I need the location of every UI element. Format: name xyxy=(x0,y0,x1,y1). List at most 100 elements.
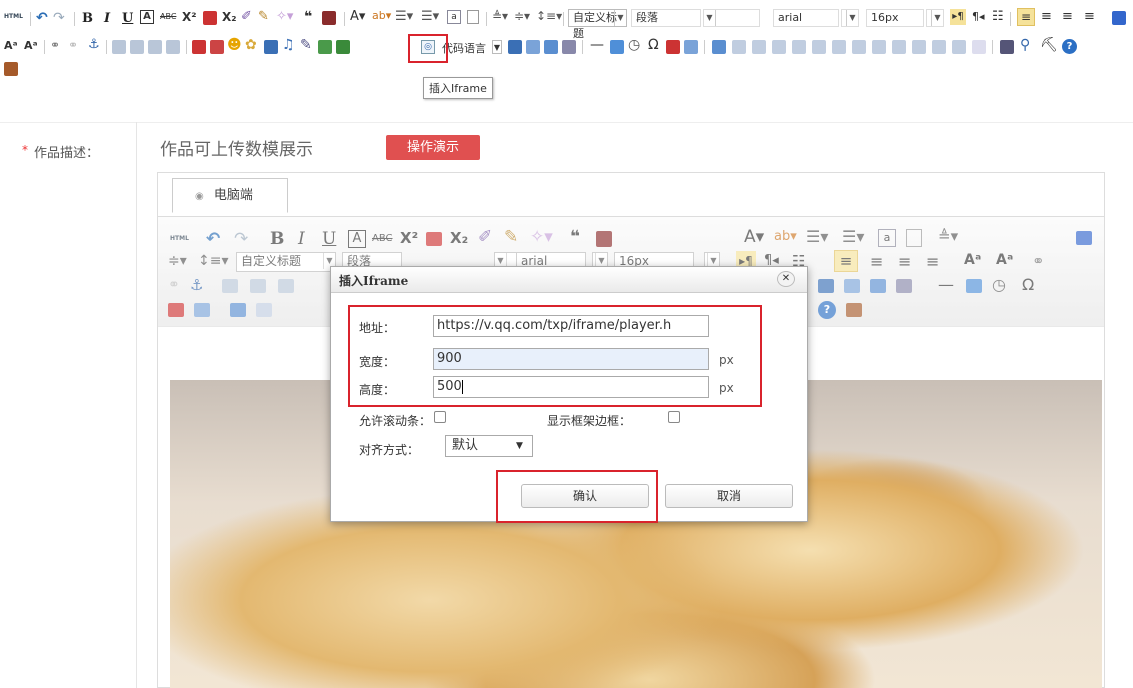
paragraph-select[interactable]: 段落 xyxy=(631,9,701,27)
orderedlist-icon[interactable]: ☰▾ xyxy=(395,9,413,24)
pasteplain-icon[interactable] xyxy=(203,11,217,25)
justifyjustify-icon[interactable]: ≡ xyxy=(1084,9,1095,24)
unorderedlist-icon[interactable]: ☰▾ xyxy=(421,9,439,24)
inserttable-icon[interactable] xyxy=(712,40,726,54)
help-icon-2[interactable] xyxy=(562,40,576,54)
strikethrough-icon[interactable]: ABC xyxy=(160,12,176,21)
map-icon[interactable] xyxy=(318,40,332,54)
forecolor-icon[interactable]: A▾ xyxy=(350,9,365,24)
bold-button[interactable]: B xyxy=(82,11,93,27)
emotion-icon[interactable]: ☻ xyxy=(227,37,242,53)
deleterow-icon[interactable] xyxy=(792,40,806,54)
imageright-icon[interactable] xyxy=(148,40,162,54)
print-icon[interactable] xyxy=(1000,40,1014,54)
imagenone-icon[interactable] xyxy=(112,40,126,54)
imagecenter-icon[interactable] xyxy=(166,40,180,54)
preview-icon[interactable]: ⚲ xyxy=(1020,37,1030,53)
deletetable-icon[interactable] xyxy=(732,40,746,54)
insertparagraphbeforetable-icon[interactable] xyxy=(752,40,766,54)
justifyleft-icon[interactable]: ≡ xyxy=(1017,8,1035,26)
help-icon[interactable]: ? xyxy=(1062,39,1077,54)
snapscreen-icon[interactable] xyxy=(666,40,680,54)
scroll-checkbox[interactable] xyxy=(434,411,446,423)
underline-button[interactable]: U xyxy=(122,11,133,27)
splittocells-icon[interactable] xyxy=(912,40,926,54)
border-checkbox[interactable] xyxy=(668,411,680,423)
drafts-icon[interactable] xyxy=(4,62,18,76)
superscript-icon[interactable]: X² xyxy=(182,10,197,24)
mergecells-icon[interactable] xyxy=(852,40,866,54)
music-icon[interactable]: ♫ xyxy=(282,37,295,53)
gmap-icon[interactable] xyxy=(336,40,350,54)
date-icon[interactable] xyxy=(610,40,624,54)
justifycenter-icon[interactable]: ≡ xyxy=(1041,9,1052,24)
attachment-icon[interactable]: ✎ xyxy=(300,37,312,53)
insertcol-icon[interactable] xyxy=(812,40,826,54)
template-icon[interactable] xyxy=(526,40,540,54)
font-select[interactable]: arial xyxy=(773,9,839,27)
anchor-icon[interactable]: ⚓ xyxy=(88,37,100,52)
charts-icon[interactable] xyxy=(972,40,986,54)
unlink-icon[interactable]: ⚭ xyxy=(68,38,78,52)
font-select-arrow[interactable]: ▼ xyxy=(841,9,859,27)
mergedown-icon[interactable] xyxy=(892,40,906,54)
pasteformat-icon[interactable] xyxy=(322,11,336,25)
blockquote-icon[interactable]: ❝ xyxy=(304,9,312,25)
rowspacingbottom-icon[interactable]: ≑▾ xyxy=(514,9,530,23)
ltr-icon[interactable]: ▸¶ xyxy=(950,9,966,25)
indent-icon[interactable]: ☷ xyxy=(992,9,1004,24)
pagebreak-icon[interactable] xyxy=(508,40,522,54)
justifyright-icon[interactable]: ≡ xyxy=(1062,9,1073,24)
cleardoc-icon[interactable] xyxy=(467,10,479,24)
insertimage-icon[interactable] xyxy=(210,40,224,54)
undo-icon[interactable]: ↶ xyxy=(36,10,48,26)
formatmatch-icon[interactable]: ✎ xyxy=(258,9,269,24)
searchreplace-icon[interactable]: ⛏ xyxy=(1040,37,1058,53)
time-icon[interactable]: ◷ xyxy=(628,37,640,53)
tolowercase-icon[interactable]: Aᵃ xyxy=(24,39,38,52)
splittocols-icon[interactable] xyxy=(952,40,966,54)
fontborder-icon[interactable]: A xyxy=(140,10,154,24)
field-label: 作品描述： xyxy=(34,146,100,161)
splittorows-icon[interactable] xyxy=(932,40,946,54)
html-source-button[interactable]: HTML xyxy=(4,13,23,20)
touppercase-icon[interactable]: Aᵃ xyxy=(4,39,18,52)
insertcode-label[interactable]: 代码语言 xyxy=(442,40,486,56)
paragraph-select-arrow[interactable]: ▼ xyxy=(703,9,760,27)
background-icon[interactable] xyxy=(544,40,558,54)
eraser-icon[interactable]: ✐ xyxy=(241,9,252,24)
rowspacingtop-icon[interactable]: ≜▾ xyxy=(492,9,508,23)
spechars-icon[interactable]: Ω xyxy=(648,37,659,53)
scrawl-icon[interactable]: ✿ xyxy=(245,37,257,53)
imageleft-icon[interactable] xyxy=(130,40,144,54)
rtl-icon[interactable]: ¶◂ xyxy=(972,10,985,23)
demo-button[interactable]: 操作演示 xyxy=(386,135,480,160)
size-select[interactable]: 16px xyxy=(866,9,924,27)
subscript-icon[interactable]: X₂ xyxy=(222,10,237,24)
label-column xyxy=(0,122,137,688)
italic-button[interactable]: I xyxy=(104,11,110,27)
cancel-button[interactable]: 取消 xyxy=(665,484,793,508)
insertvideo-icon[interactable] xyxy=(264,40,278,54)
deletecol-icon[interactable] xyxy=(832,40,846,54)
more-icon[interactable] xyxy=(1112,11,1126,25)
redo-icon[interactable]: ↷ xyxy=(53,10,65,26)
dialog-titlebar[interactable]: 插入Iframe ✕ xyxy=(331,267,807,293)
horizontal-icon[interactable]: — xyxy=(590,37,604,53)
close-icon[interactable]: ✕ xyxy=(777,271,795,287)
tooltip: 插入Iframe xyxy=(423,77,493,99)
simpleupload-icon[interactable] xyxy=(192,40,206,54)
chevron-down-icon[interactable]: ▼ xyxy=(492,40,502,54)
mergeright-icon[interactable] xyxy=(872,40,886,54)
lineheight-icon[interactable]: ↕≡▾ xyxy=(536,9,562,23)
backcolor-icon[interactable]: ab▾ xyxy=(372,9,391,22)
heading-select[interactable]: 自定义标题 ▼ xyxy=(568,9,627,40)
tab-pc[interactable]: ◉ 电脑端 xyxy=(172,178,288,213)
link-icon[interactable]: ⚭ xyxy=(50,38,60,52)
selectall-icon[interactable]: a xyxy=(447,10,461,24)
align-select[interactable]: 默认 ▼ xyxy=(445,435,533,457)
size-select-arrow[interactable]: ▼ xyxy=(926,9,944,27)
wordimage-icon[interactable] xyxy=(684,40,698,54)
insertrow-icon[interactable] xyxy=(772,40,786,54)
autotypeset-icon[interactable]: ✧▾ xyxy=(276,9,293,24)
